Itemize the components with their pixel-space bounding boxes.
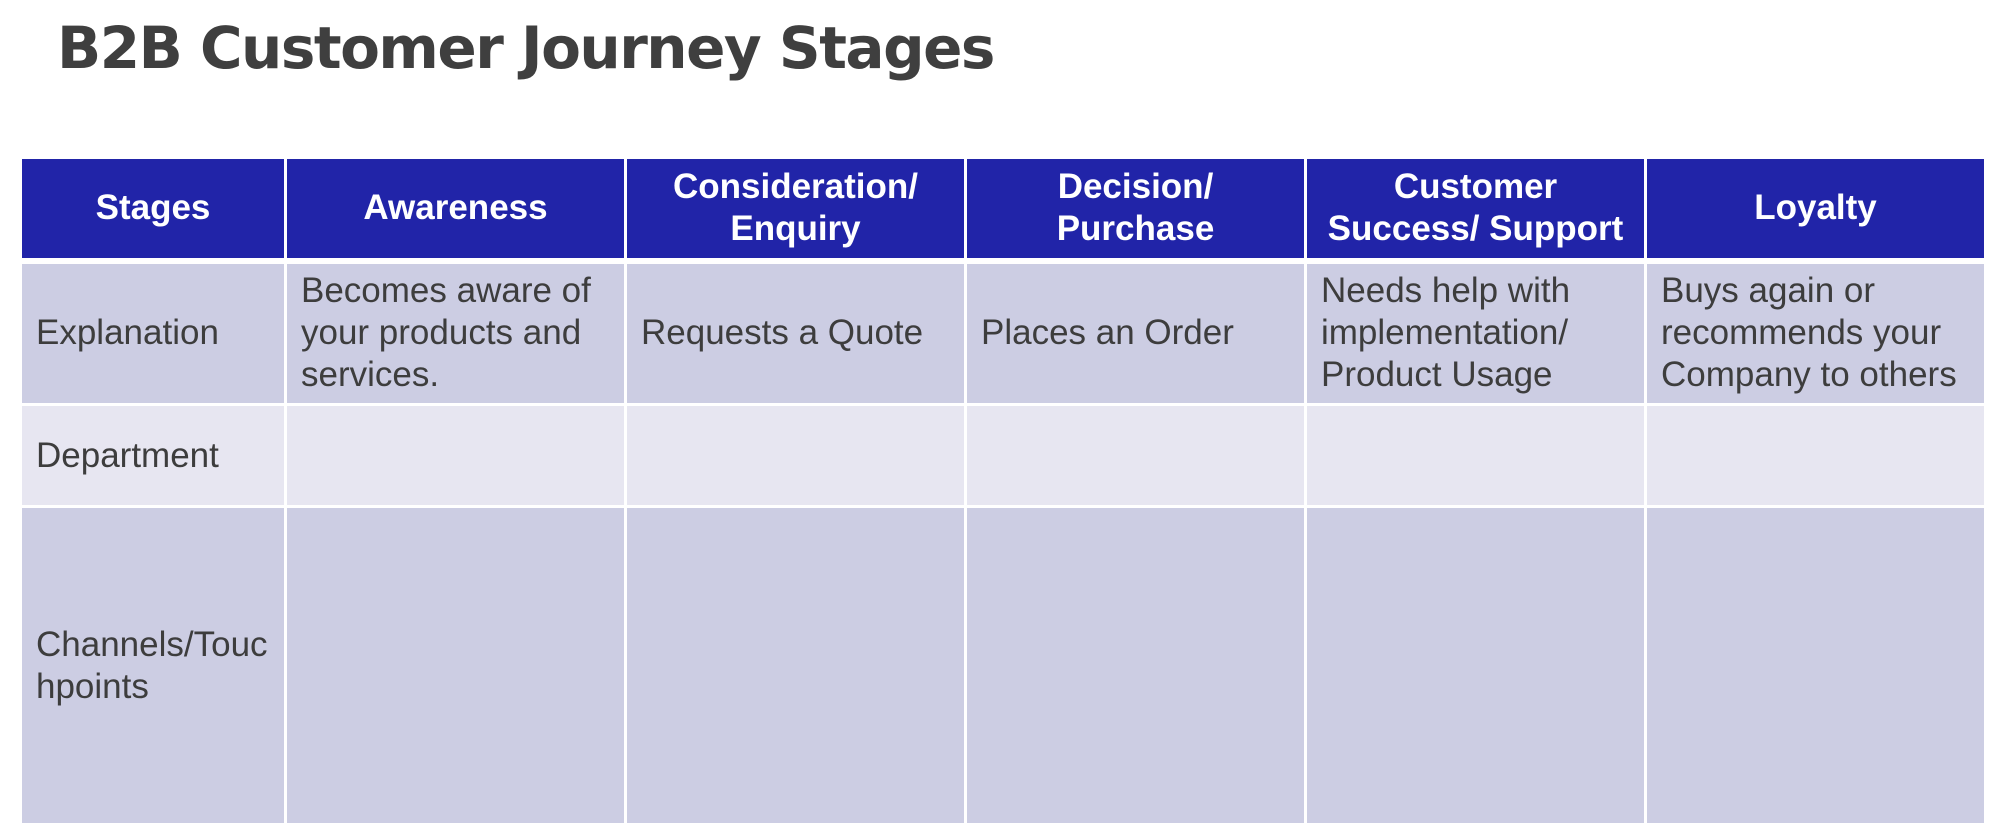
journey-stages-table: Stages Awareness Consideration/ Enquiry … (19, 156, 1987, 826)
cell-department-customer-success[interactable] (1304, 403, 1647, 508)
row-label-channels: Channels/Touchpoints (19, 505, 287, 826)
table-row-explanation: Explanation Becomes aware of your produc… (19, 259, 1987, 406)
header-loyalty: Loyalty (1644, 156, 1987, 264)
table-row-channels: Channels/Touchpoints (19, 505, 1987, 826)
cell-explanation-loyalty[interactable]: Buys again or recommends your Company to… (1644, 259, 1987, 406)
row-label-explanation: Explanation (19, 259, 287, 406)
cell-channels-consideration[interactable] (624, 505, 967, 826)
cell-explanation-customer-success[interactable]: Needs help with implementation/ Product … (1304, 259, 1647, 406)
page-title: B2B Customer Journey Stages (57, 14, 995, 82)
header-stages: Stages (19, 156, 287, 264)
cell-channels-customer-success[interactable] (1304, 505, 1647, 826)
cell-channels-decision[interactable] (964, 505, 1307, 826)
cell-explanation-decision[interactable]: Places an Order (964, 259, 1307, 406)
header-consideration: Consideration/ Enquiry (624, 156, 967, 264)
cell-explanation-consideration[interactable]: Requests a Quote (624, 259, 967, 406)
cell-department-consideration[interactable] (624, 403, 967, 508)
header-decision: Decision/ Purchase (964, 156, 1307, 264)
cell-channels-loyalty[interactable] (1644, 505, 1987, 826)
header-awareness: Awareness (284, 156, 627, 264)
cell-department-decision[interactable] (964, 403, 1307, 508)
header-row: Stages Awareness Consideration/ Enquiry … (19, 156, 1987, 264)
table-row-department: Department (19, 403, 1987, 508)
row-label-department: Department (19, 403, 287, 508)
header-customer-success: Customer Success/ Support (1304, 156, 1647, 264)
cell-department-loyalty[interactable] (1644, 403, 1987, 508)
cell-department-awareness[interactable] (284, 403, 627, 508)
cell-explanation-awareness[interactable]: Becomes aware of your products and servi… (284, 259, 627, 406)
cell-channels-awareness[interactable] (284, 505, 627, 826)
